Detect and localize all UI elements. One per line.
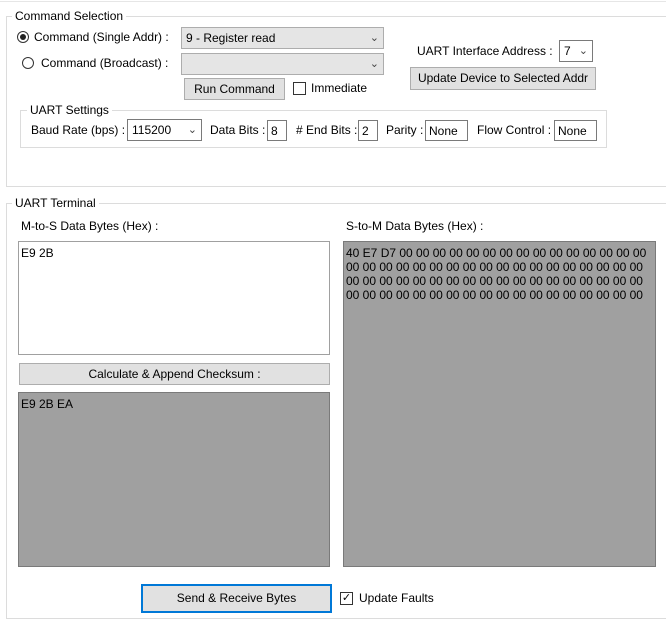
end-bits-label: # End Bits : [296, 123, 358, 137]
uart-address-label: UART Interface Address : [417, 44, 553, 58]
uart-settings-legend: UART Settings [27, 103, 112, 117]
send-receive-button[interactable]: Send & Receive Bytes [141, 584, 332, 613]
single-addr-label[interactable]: Command (Single Addr) : [34, 29, 169, 45]
uart-terminal-legend: UART Terminal [12, 196, 99, 210]
baud-rate-label: Baud Rate (bps) : [31, 123, 126, 137]
parity-label: Parity : [386, 123, 424, 137]
s-to-m-output[interactable]: 40 E7 D7 00 00 00 00 00 00 00 00 00 00 0… [343, 241, 656, 567]
data-bits-field[interactable]: 8 [267, 120, 287, 141]
flow-control-label: Flow Control : [477, 123, 552, 137]
broadcast-radio[interactable] [22, 57, 34, 69]
m-to-s-label: M-to-S Data Bytes (Hex) : [21, 219, 159, 233]
immediate-label[interactable]: Immediate [311, 80, 367, 96]
s-to-m-label: S-to-M Data Bytes (Hex) : [346, 219, 484, 233]
run-command-button[interactable]: Run Command [184, 78, 285, 100]
m-to-s-input[interactable]: E9 2B [18, 241, 330, 355]
data-bits-label: Data Bits : [210, 123, 266, 137]
single-addr-radio[interactable] [17, 31, 29, 43]
top-divider [0, 1, 666, 2]
uart-address-dropdown[interactable]: 7 ⌄ [559, 40, 593, 62]
flow-control-field[interactable]: None [554, 120, 597, 141]
chevron-down-icon: ⌄ [369, 32, 379, 44]
broadcast-command-dropdown[interactable]: ⌄ [181, 53, 384, 75]
chevron-down-icon: ⌄ [578, 45, 588, 57]
single-addr-command-dropdown[interactable]: 9 - Register read ⌄ [181, 27, 384, 49]
chevron-down-icon: ⌄ [187, 124, 197, 136]
calculate-checksum-button[interactable]: Calculate & Append Checksum : [19, 363, 330, 385]
immediate-checkbox[interactable] [293, 82, 306, 95]
parity-field[interactable]: None [425, 120, 468, 141]
command-selection-legend: Command Selection [12, 9, 127, 23]
update-faults-checkbox[interactable]: ✓ [340, 592, 353, 605]
chevron-down-icon: ⌄ [369, 58, 379, 70]
uart-address-value: 7 [564, 44, 571, 58]
checksum-output[interactable]: E9 2B EA [18, 392, 330, 567]
broadcast-label[interactable]: Command (Broadcast) : [41, 55, 168, 71]
baud-rate-dropdown[interactable]: 115200 ⌄ [127, 119, 202, 141]
single-addr-command-value: 9 - Register read [186, 31, 276, 45]
update-faults-label[interactable]: Update Faults [359, 590, 434, 606]
end-bits-field[interactable]: 2 [358, 120, 378, 141]
baud-rate-value: 115200 [132, 123, 172, 137]
update-device-address-button[interactable]: Update Device to Selected Addr [410, 67, 596, 90]
